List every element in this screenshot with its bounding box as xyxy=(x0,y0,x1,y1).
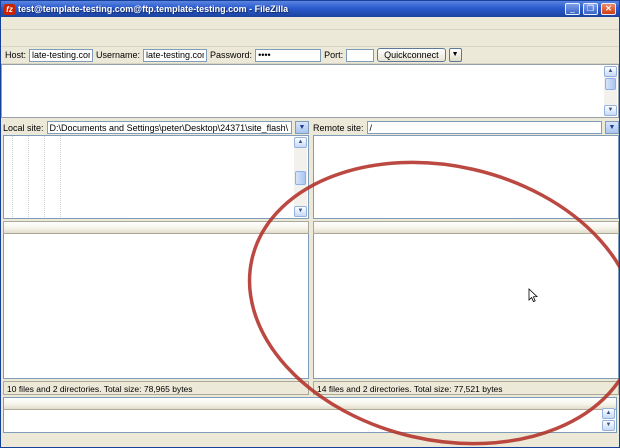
remote-tree xyxy=(313,135,619,219)
remote-site-combobox[interactable]: / xyxy=(367,121,602,134)
toolbar xyxy=(1,30,619,47)
local-tree: ▲ ▼ xyxy=(3,135,309,219)
password-label: Password: xyxy=(210,50,252,60)
local-pane: Local site: D:\Documents and Settings\pe… xyxy=(3,120,309,395)
message-log: ▲ ▼ xyxy=(1,64,619,118)
remote-site-dropdown-icon[interactable]: ▼ xyxy=(605,121,619,134)
local-site-label: Local site: xyxy=(3,123,44,133)
queue-scrollbar[interactable]: ▲ ▼ xyxy=(602,407,615,431)
queue-tabs xyxy=(1,433,619,447)
maximize-button[interactable]: ❐ xyxy=(583,3,598,15)
remote-file-list xyxy=(313,234,619,379)
main-area: Local site: D:\Documents and Settings\pe… xyxy=(1,118,619,397)
username-label: Username: xyxy=(96,50,140,60)
quickconnect-button[interactable]: Quickconnect xyxy=(377,48,446,62)
username-input[interactable] xyxy=(143,49,207,62)
remote-pane: Remote site: / ▼ 14 files and 2 director… xyxy=(313,120,619,395)
minimize-button[interactable]: _ xyxy=(565,3,580,15)
password-input[interactable] xyxy=(255,49,321,62)
remote-site-label: Remote site: xyxy=(313,123,364,133)
scroll-thumb[interactable] xyxy=(605,78,616,90)
port-label: Port: xyxy=(324,50,343,60)
scroll-up-icon[interactable]: ▲ xyxy=(294,137,307,148)
remote-status-bar: 14 files and 2 directories. Total size: … xyxy=(313,381,619,395)
quickconnect-bar: Host: Username: Password: Port: Quickcon… xyxy=(1,47,619,64)
local-site-combobox[interactable]: D:\Documents and Settings\peter\Desktop\… xyxy=(47,121,292,134)
window-title: test@template-testing.com@ftp.template-t… xyxy=(18,4,562,14)
scroll-thumb[interactable] xyxy=(295,171,306,185)
local-list-header xyxy=(3,221,309,234)
title-bar[interactable]: fz test@template-testing.com@ftp.templat… xyxy=(1,1,619,17)
scroll-up-icon[interactable]: ▲ xyxy=(602,408,615,419)
local-status-bar: 10 files and 2 directories. Total size: … xyxy=(3,381,309,395)
host-label: Host: xyxy=(5,50,26,60)
filezilla-logo-icon: fz xyxy=(4,4,15,15)
scroll-down-icon[interactable]: ▼ xyxy=(602,420,615,431)
log-scrollbar[interactable]: ▲ ▼ xyxy=(604,66,617,116)
menu-bar xyxy=(1,17,619,30)
port-input[interactable] xyxy=(346,49,374,62)
scroll-down-icon[interactable]: ▼ xyxy=(604,105,617,116)
local-site-dropdown-icon[interactable]: ▼ xyxy=(295,121,309,134)
close-button[interactable]: ✕ xyxy=(601,3,616,15)
scroll-down-icon[interactable]: ▼ xyxy=(294,206,307,217)
filezilla-window: fz test@template-testing.com@ftp.templat… xyxy=(0,0,620,448)
scroll-up-icon[interactable]: ▲ xyxy=(604,66,617,77)
quickconnect-dropdown-icon[interactable]: ▼ xyxy=(449,48,462,62)
queue-header xyxy=(4,398,616,410)
host-input[interactable] xyxy=(29,49,93,62)
local-tree-scrollbar[interactable]: ▲ ▼ xyxy=(294,137,307,217)
transfer-queue: ▲ ▼ xyxy=(3,397,617,433)
remote-list-header xyxy=(313,221,619,234)
local-file-list xyxy=(3,234,309,379)
